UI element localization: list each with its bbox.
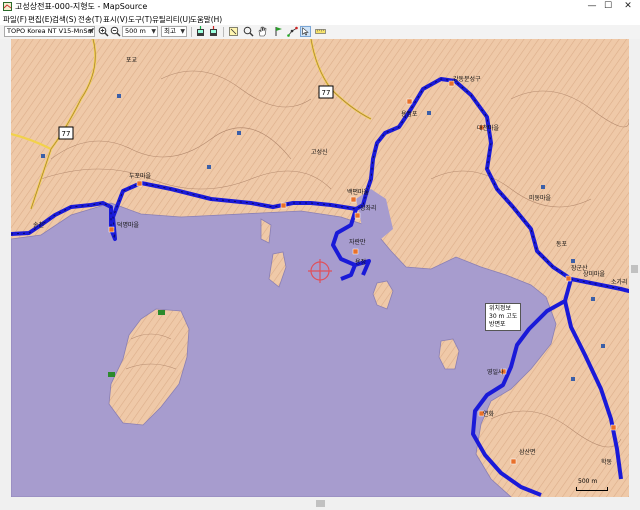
menu-search[interactable]: 검색(S): [52, 14, 76, 25]
road-shield-label: 77: [62, 130, 71, 138]
map-label: 백편마을: [347, 189, 370, 196]
campsite-icon: [108, 372, 115, 377]
measure-tool-icon[interactable]: [315, 26, 326, 37]
road-shield-77-b: 77: [318, 85, 334, 99]
map-canvas[interactable]: 77 77: [11, 39, 629, 497]
map-label: 고성신: [311, 149, 328, 156]
toolbar-separator: [191, 27, 192, 37]
map-label: 소가리: [611, 279, 628, 286]
toolbar-separator: [223, 27, 224, 37]
map-label: 연화: [483, 411, 495, 418]
map-label: 용정: [355, 259, 367, 266]
zoom-scale-select[interactable]: 500 m ▼: [122, 26, 158, 37]
map-label: 영일사: [487, 369, 504, 376]
horizontal-scroll-thumb[interactable]: [316, 500, 325, 507]
map-info-tooltip: 위치정보 30 m 고도 방면포: [485, 303, 522, 331]
zoom-in-icon[interactable]: [98, 26, 109, 37]
menu-tools[interactable]: 도구(T): [128, 14, 152, 25]
map-label: 두포마을: [129, 173, 152, 180]
left-panel-edge: [0, 39, 11, 497]
waypoint-tool-icon[interactable]: [273, 26, 284, 37]
map-label: 용암포: [401, 111, 418, 118]
map-label: 장좌리: [360, 205, 377, 212]
detail-level-value: 최고: [164, 27, 176, 35]
map-label: 자란만: [349, 239, 366, 246]
tooltip-line-place: 방면포: [489, 321, 506, 328]
map-view[interactable]: 77 77 강동분성구 미동마을 대천마을 두포마을 덕명마을 백편마을 장좌리…: [11, 39, 629, 497]
zoom-tool-icon[interactable]: [243, 26, 254, 37]
map-label: 강동분성구: [453, 76, 481, 83]
horizontal-scrollbar[interactable]: [0, 497, 640, 510]
zoom-out-icon[interactable]: [110, 26, 121, 37]
road-shield-77-a: 77: [58, 126, 74, 140]
campsite-icon: [158, 310, 165, 315]
window-title: 고성상전표-000-지형도 - MapSource: [15, 2, 148, 11]
zoom-scale-value: 500 m: [125, 27, 146, 35]
receive-from-device-icon[interactable]: [195, 26, 206, 37]
menu-help[interactable]: 도움말(H): [190, 14, 222, 25]
menu-bar: 파일(F) 편집(E) 검색(S) 전송(T) 표시(V) 도구(T) 유틸리티…: [0, 13, 640, 25]
route-tool-icon[interactable]: [287, 26, 298, 37]
map-label: 삼산면: [519, 449, 536, 456]
select-tool-icon[interactable]: [228, 26, 239, 37]
map-label: 학동: [601, 459, 613, 466]
menu-edit[interactable]: 편집(E): [28, 14, 52, 25]
vertical-scroll-thumb[interactable]: [631, 265, 638, 273]
map-label: 미동마을: [529, 195, 552, 202]
mapsource-app-icon: [3, 2, 12, 11]
map-label: 덕명마을: [117, 222, 140, 229]
close-button[interactable]: ✕: [616, 0, 640, 13]
tooltip-line-elevation: 30 m 고도: [489, 313, 518, 320]
title-bar: 고성상전표-000-지형도 - MapSource — ☐ ✕: [0, 0, 640, 13]
toolbar: TOPO Korea NT V15-MnSoft ▼ 500 m ▼ 최고 ▼: [0, 25, 640, 40]
menu-view[interactable]: 표시(V): [103, 14, 128, 25]
map-scale-bar: [576, 487, 608, 491]
menu-utilities[interactable]: 유틸리티(U): [152, 14, 191, 25]
pan-tool-icon[interactable]: [257, 26, 268, 37]
map-product-select[interactable]: TOPO Korea NT V15-MnSoft ▼: [4, 26, 95, 37]
chevron-down-icon: ▼: [88, 28, 93, 35]
chevron-down-icon: ▼: [151, 28, 156, 35]
map-label: 포교: [126, 57, 138, 64]
map-label: 송천: [33, 222, 45, 229]
map-label: 동포: [556, 241, 568, 248]
map-product-value: TOPO Korea NT V15-MnSoft: [7, 27, 95, 35]
map-label: 상미마을: [583, 271, 606, 278]
tooltip-line-name: 위치정보: [489, 305, 512, 312]
map-scale-label: 500 m: [578, 478, 598, 485]
chevron-down-icon: ▼: [180, 28, 185, 35]
map-label: 대천마을: [477, 125, 500, 132]
map-label: 장군산: [571, 265, 588, 272]
road-shield-label: 77: [322, 89, 331, 97]
detail-level-select[interactable]: 최고 ▼: [161, 26, 187, 37]
vertical-scrollbar[interactable]: [629, 39, 640, 497]
menu-transfer[interactable]: 전송(T): [78, 14, 102, 25]
send-to-device-icon[interactable]: [208, 26, 219, 37]
menu-file[interactable]: 파일(F): [3, 14, 27, 25]
selection-arrow-icon[interactable]: [300, 26, 311, 37]
